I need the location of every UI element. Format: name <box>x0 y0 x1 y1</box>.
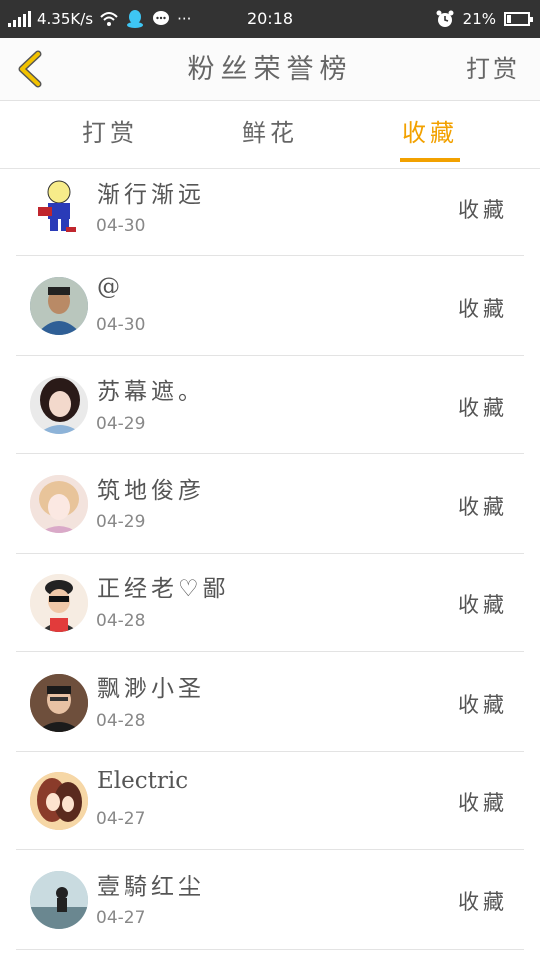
list-item[interactable]: 壹騎红尘 04-27 收藏 <box>0 850 540 950</box>
list-item[interactable]: 正经老♡鄙 04-28 收藏 <box>0 554 540 652</box>
collect-date: 04-27 <box>96 908 146 928</box>
avatar <box>30 277 88 335</box>
collect-label: 收藏 <box>458 593 508 617</box>
fan-list: 渐行渐远 04-30 收藏 @ 04-30 收藏 苏幕遮。 04-29 收藏 筑… <box>0 169 540 950</box>
avatar <box>30 475 88 533</box>
page-title: 粉丝荣誉榜 <box>187 54 353 85</box>
list-item[interactable]: 渐行渐远 04-30 收藏 <box>0 169 540 256</box>
collect-label: 收藏 <box>458 297 508 321</box>
list-item[interactable]: @ 04-30 收藏 <box>0 256 540 356</box>
user-name: 渐行渐远 <box>97 182 205 208</box>
collect-label: 收藏 <box>458 791 508 815</box>
avatar <box>30 177 88 235</box>
top-bar: 粉丝荣誉榜 打赏 <box>0 38 540 101</box>
tip-button[interactable]: 打赏 <box>466 38 520 101</box>
collect-label: 收藏 <box>458 693 508 717</box>
collect-date: 04-28 <box>96 611 146 631</box>
list-item[interactable]: 苏幕遮。 04-29 收藏 <box>0 356 540 454</box>
user-name: 飘渺小圣 <box>97 676 205 702</box>
battery-level <box>507 15 511 23</box>
collect-date: 04-28 <box>96 711 146 731</box>
avatar <box>30 376 88 434</box>
active-tab-indicator <box>400 158 460 162</box>
battery-icon <box>504 12 533 26</box>
tab-flowers[interactable]: 鲜花 <box>230 101 310 169</box>
alarm-icon <box>436 10 454 27</box>
collect-date: 04-30 <box>96 216 146 236</box>
collect-date: 04-27 <box>96 809 146 829</box>
user-name: 壹騎红尘 <box>97 874 205 900</box>
collect-label: 收藏 <box>458 198 508 222</box>
collect-label: 收藏 <box>458 495 508 519</box>
collect-date: 04-29 <box>96 512 146 532</box>
user-name: 筑地俊彦 <box>97 478 205 504</box>
battery-percent: 21% <box>462 10 496 28</box>
collect-label: 收藏 <box>458 890 508 914</box>
list-item[interactable]: 飘渺小圣 04-28 收藏 <box>0 652 540 752</box>
list-item[interactable]: 筑地俊彦 04-29 收藏 <box>0 454 540 554</box>
user-name: 苏幕遮。 <box>97 379 205 405</box>
user-name: @ <box>97 274 124 300</box>
user-name: 正经老♡鄙 <box>97 576 230 602</box>
tab-tip[interactable]: 打赏 <box>70 101 150 169</box>
avatar <box>30 772 88 830</box>
list-item[interactable]: Electric 04-27 收藏 <box>0 752 540 850</box>
collect-date: 04-29 <box>96 414 146 434</box>
status-bar: 4.35K/s ··· 20:18 21% <box>0 0 540 38</box>
avatar <box>30 574 88 632</box>
avatar <box>30 871 88 929</box>
collect-label: 收藏 <box>458 396 508 420</box>
user-name: Electric <box>97 768 189 794</box>
avatar <box>30 674 88 732</box>
collect-date: 04-30 <box>96 315 146 335</box>
